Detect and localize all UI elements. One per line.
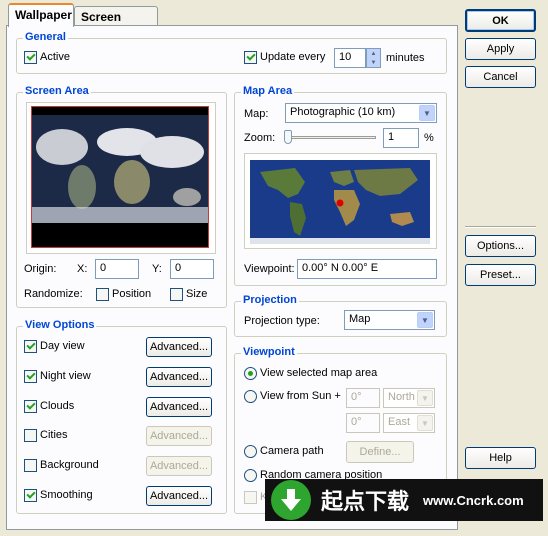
tab-wallpaper[interactable]: Wallpaper <box>8 3 74 27</box>
view-option-checkbox[interactable] <box>24 459 37 473</box>
advanced-button[interactable]: Advanced... <box>146 426 212 447</box>
download-arrow-icon <box>271 480 311 520</box>
randomize-size-label: Size <box>186 288 208 300</box>
random-camera-radio[interactable] <box>244 469 257 482</box>
view-option-label: Day view <box>40 340 85 352</box>
randomize-position-label: Position <box>112 288 152 300</box>
randomize-position-checkbox[interactable] <box>96 288 109 301</box>
view-selected-label: View selected map area <box>260 367 378 379</box>
zoom-input[interactable]: 1 <box>383 128 419 148</box>
active-label: Active <box>40 51 70 63</box>
map-select-value: Photographic (10 km) <box>290 106 396 118</box>
update-interval-input[interactable]: 10 <box>334 48 366 68</box>
sun-lon-input[interactable]: 0° <box>346 413 380 433</box>
define-button[interactable]: Define... <box>346 441 414 463</box>
sun-lat-input[interactable]: 0° <box>346 388 380 408</box>
update-every-checkbox[interactable] <box>244 51 257 64</box>
projection-type-select[interactable]: Map ▼ <box>344 310 435 330</box>
view-options-title: View Options <box>23 319 97 331</box>
watermark-brand: 起点下载 <box>321 489 410 514</box>
sun-lon-dir-select[interactable]: East ▼ <box>383 413 435 433</box>
origin-label: Origin: <box>24 263 57 275</box>
viewpoint-title: Viewpoint <box>241 346 297 358</box>
projection-type-label: Projection type: <box>244 315 320 327</box>
options-button[interactable]: Options... <box>465 235 536 257</box>
advanced-button[interactable]: Advanced... <box>146 396 212 417</box>
chevron-down-icon[interactable]: ▼ <box>419 105 435 121</box>
sun-lon-dir-value: East <box>388 416 411 428</box>
sun-lat-dir-value: North <box>388 391 415 403</box>
projection-title: Projection <box>241 294 299 306</box>
zoom-unit: % <box>424 132 434 144</box>
viewpoint-label: Viewpoint: <box>244 263 295 275</box>
world-map-image <box>250 160 430 244</box>
earth-preview-image <box>32 115 208 247</box>
map-area-title: Map Area <box>241 85 295 97</box>
map-label: Map: <box>244 108 269 120</box>
advanced-button[interactable]: Advanced... <box>146 337 212 357</box>
origin-y-input[interactable]: 0 <box>170 259 214 279</box>
view-option-checkbox[interactable] <box>24 340 37 353</box>
camera-path-label: Camera path <box>260 445 324 457</box>
screen-preview[interactable] <box>31 106 209 248</box>
chevron-down-icon[interactable]: ▼ <box>417 312 433 328</box>
view-option-label: Smoothing <box>40 489 93 501</box>
spin-down-icon: ▼ <box>370 59 377 66</box>
view-from-sun-radio[interactable] <box>244 390 257 403</box>
view-option-checkbox[interactable] <box>24 429 37 443</box>
minutes-label: minutes <box>386 52 425 64</box>
screen-area-title: Screen Area <box>23 85 91 97</box>
update-every-label: Update every <box>260 51 326 63</box>
viewpoint-input[interactable]: 0.00° N 0.00° E <box>297 259 437 279</box>
y-label: Y: <box>152 263 162 275</box>
update-interval-spinner[interactable]: ▲ ▼ <box>366 48 381 68</box>
active-checkbox[interactable] <box>24 51 37 64</box>
zoom-slider-track[interactable] <box>286 136 376 139</box>
randomize-label: Randomize: <box>24 288 83 300</box>
cancel-button[interactable]: Cancel <box>465 66 536 88</box>
randomize-size-checkbox[interactable] <box>170 288 183 301</box>
button-divider <box>465 226 536 228</box>
chevron-down-icon[interactable]: ▼ <box>417 390 433 406</box>
map-select[interactable]: Photographic (10 km) ▼ <box>285 103 437 123</box>
view-option-label: Background <box>40 459 99 472</box>
tab-screen-saver[interactable]: Screen Saver <box>74 6 158 38</box>
general-group: General <box>16 31 447 74</box>
advanced-button[interactable]: Advanced... <box>146 366 212 387</box>
viewpoint-extra-checkbox[interactable] <box>244 491 257 504</box>
sun-lat-dir-select[interactable]: North ▼ <box>383 388 435 408</box>
view-option-checkbox[interactable] <box>24 489 37 502</box>
ok-button[interactable]: OK <box>465 9 536 32</box>
view-option-label: Cities <box>40 429 68 442</box>
zoom-label: Zoom: <box>244 132 276 144</box>
view-from-sun-label: View from Sun + <box>260 390 341 402</box>
origin-x-input[interactable]: 0 <box>95 259 139 279</box>
help-button[interactable]: Help <box>465 447 536 469</box>
advanced-button[interactable]: Advanced... <box>146 486 212 506</box>
watermark-banner: 起点下载 www.Cncrk.com <box>265 479 543 521</box>
view-option-checkbox[interactable] <box>24 399 37 413</box>
chevron-down-icon[interactable]: ▼ <box>417 415 433 431</box>
projection-type-value: Map <box>349 313 371 325</box>
x-label: X: <box>77 263 88 275</box>
world-map-preview[interactable] <box>250 160 430 244</box>
advanced-button[interactable]: Advanced... <box>146 456 212 477</box>
apply-button[interactable]: Apply <box>465 38 536 60</box>
watermark-url: www.Cncrk.com <box>423 492 524 508</box>
zoom-slider-thumb[interactable] <box>284 130 292 144</box>
preset-button[interactable]: Preset... <box>465 264 536 286</box>
view-option-label: Clouds <box>40 399 75 412</box>
spin-up-icon: ▲ <box>370 50 377 57</box>
general-group-title: General <box>23 31 68 43</box>
view-selected-radio[interactable] <box>244 367 257 380</box>
view-option-label: Night view <box>40 369 91 382</box>
view-option-checkbox[interactable] <box>24 369 37 383</box>
camera-path-radio[interactable] <box>244 445 257 458</box>
